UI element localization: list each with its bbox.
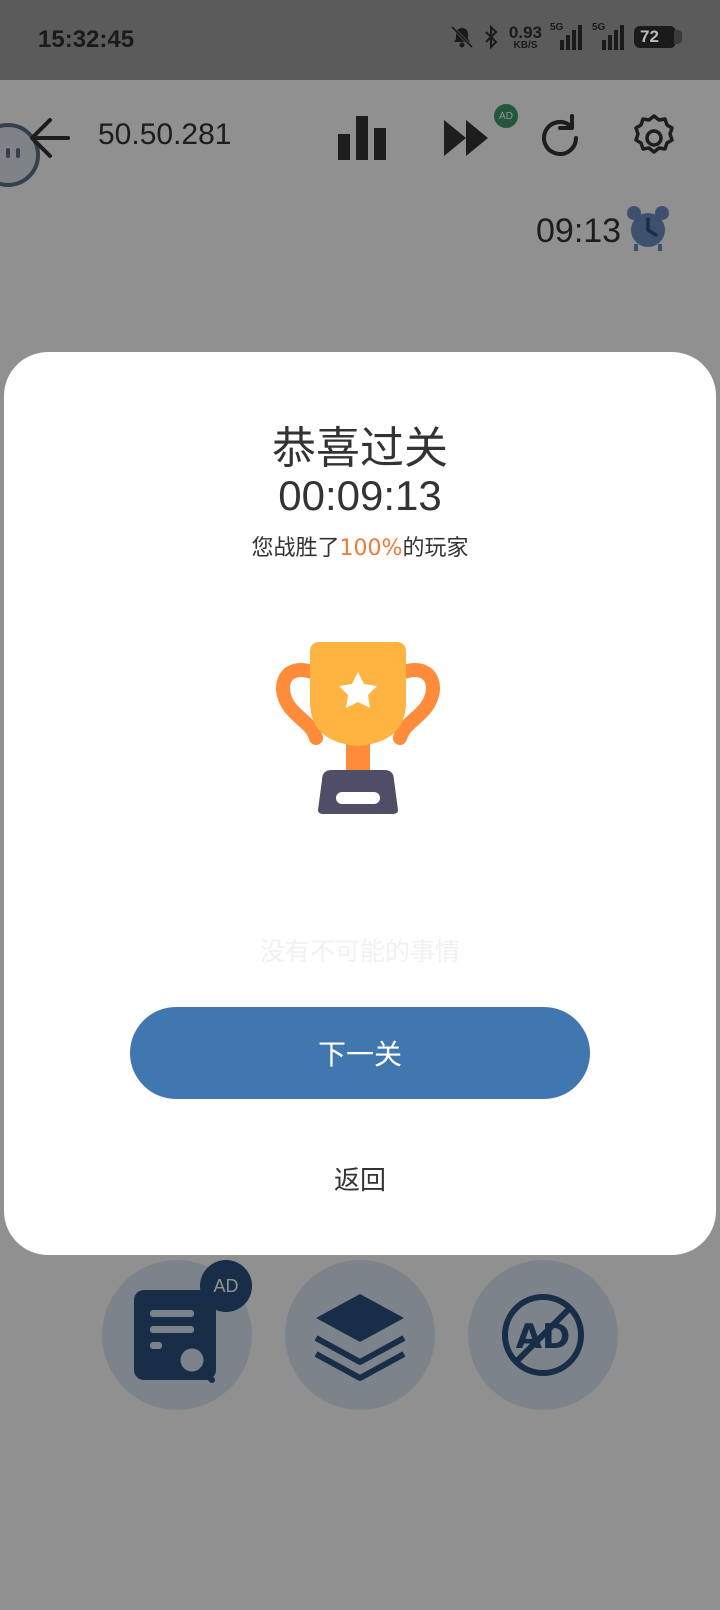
net-speed-unit: KB/S (513, 39, 538, 51)
net-speed-value: 0.93 (508, 22, 542, 42)
dialog-title: 恭喜过关 (272, 423, 448, 474)
bluetooth-icon (485, 24, 498, 50)
elapsed-time: 00:09:13 (278, 472, 442, 519)
signal-bars-icon (560, 25, 582, 50)
battery-level: 72 (640, 27, 659, 46)
beat-prefix: 您战胜了 (251, 536, 340, 561)
back-link[interactable]: 返回 (4, 1160, 716, 1197)
signal-sim1: 5G (550, 22, 584, 52)
beat-players-text: 您战胜了100%的玩家 (4, 530, 716, 562)
status-bar: 15:32:45 0.93 KB/S 5G 5G 72 (0, 0, 720, 80)
signal-sim2: 5G (592, 22, 626, 52)
battery-indicator: 72 (634, 26, 682, 48)
motto-text: 没有不可能的事情 (259, 937, 460, 966)
status-icons: 0.93 KB/S 5G 5G 72 (449, 22, 682, 52)
beat-percent: 100% (339, 536, 403, 561)
net-speed: 0.93 KB/S (509, 24, 542, 51)
status-time: 15:32:45 (38, 26, 135, 53)
level-complete-dialog: 恭喜过关 00:09:13 您战胜了100%的玩家 没有不可能的事情 下一关 返… (4, 352, 716, 1255)
trophy-icon (276, 642, 440, 814)
signal-bars-icon (602, 25, 624, 50)
beat-suffix: 的玩家 (402, 536, 469, 561)
next-level-button[interactable]: 下一关 (130, 1007, 590, 1099)
mute-icon (450, 25, 473, 49)
